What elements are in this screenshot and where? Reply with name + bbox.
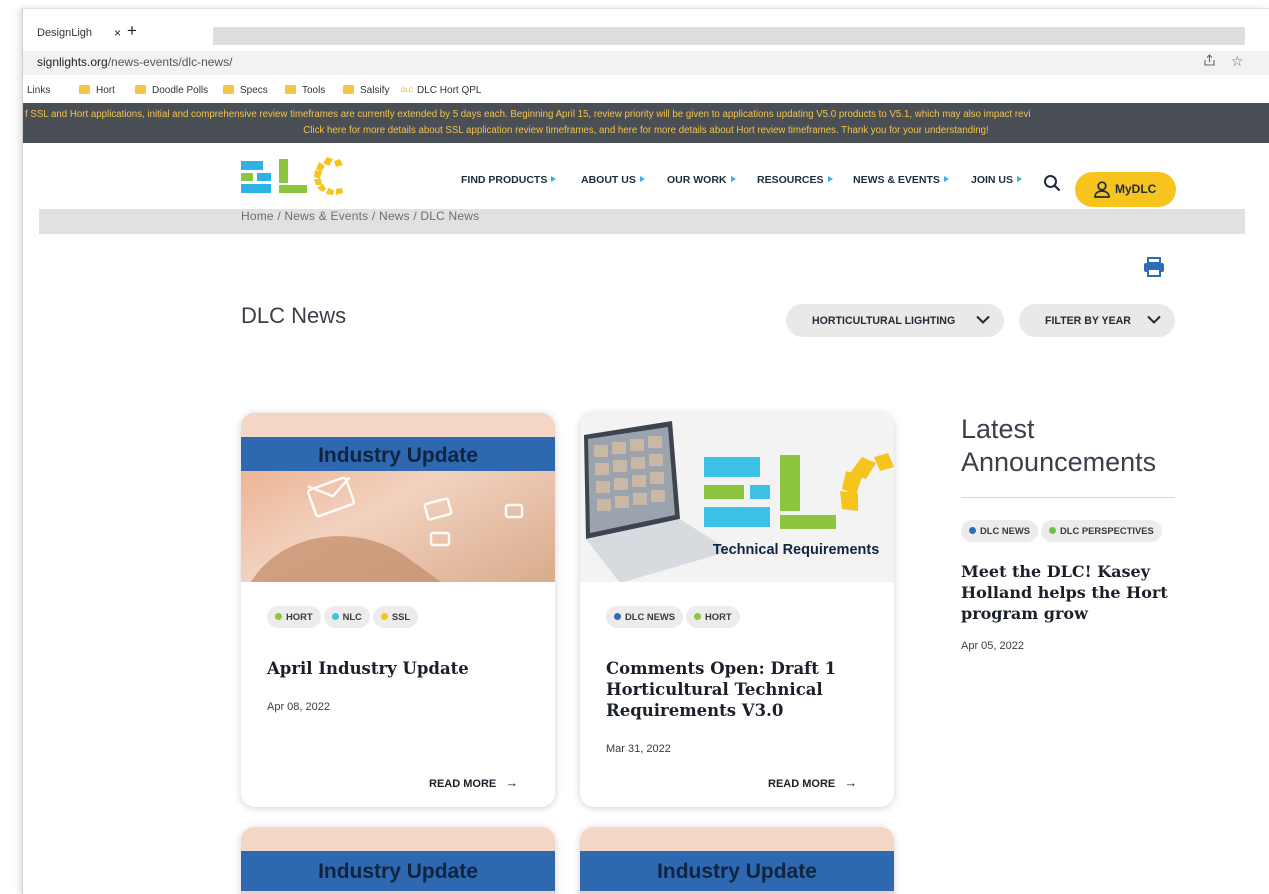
- card-image: Industry Update: [241, 827, 555, 894]
- folder-icon: [223, 85, 234, 94]
- bookmark-dlc-hort-qpl[interactable]: DLC DLC Hort QPL: [401, 85, 481, 96]
- breadcrumb[interactable]: Home / News & Events / News / DLC News: [241, 209, 479, 223]
- triangle-right-icon: [827, 176, 833, 182]
- dlc-logo[interactable]: [241, 157, 351, 197]
- mydlc-button[interactable]: MyDLC: [1075, 172, 1176, 207]
- nav-resources[interactable]: RESOURCES: [757, 174, 833, 186]
- news-card[interactable]: Industry Update: [580, 827, 894, 894]
- card-tags: DLC NEWS HORT: [606, 606, 743, 628]
- read-more-link[interactable]: READ MORE →: [429, 775, 518, 790]
- card-title[interactable]: Comments Open: Draft 1 Horticultural Tec…: [606, 658, 871, 721]
- chevron-down-icon: [976, 315, 990, 324]
- folder-icon: [285, 85, 296, 94]
- tag-dot: [694, 613, 701, 620]
- triangle-right-icon: [730, 176, 736, 182]
- card-image-banner-text: Industry Update: [657, 860, 817, 883]
- nav-find-products[interactable]: FIND PRODUCTS: [461, 174, 557, 186]
- folder-icon: [343, 85, 354, 94]
- mydlc-label: MyDLC: [1115, 182, 1157, 196]
- news-card[interactable]: Industry Update HORT NLC SSL April Industr…: [241, 413, 555, 807]
- notice-line-1: f SSL and Hort applications, initial and…: [25, 109, 1031, 120]
- bookmarks-bar: Links Hort Doodle Polls Specs Tools Sals…: [23, 77, 1269, 103]
- bookmark-star-icon[interactable]: ☆: [1231, 53, 1244, 70]
- card-image: Industry Update: [580, 827, 894, 894]
- url-path: /news-events/dlc-news/: [107, 55, 233, 69]
- bookmark-tools[interactable]: Tools: [285, 85, 325, 96]
- arrow-right-icon: →: [844, 775, 858, 790]
- arrow-right-icon: →: [505, 775, 519, 790]
- user-icon: [1094, 181, 1110, 198]
- triangle-right-icon: [551, 176, 557, 182]
- card-date: Apr 08, 2022: [267, 701, 330, 713]
- tag-dlc-perspectives[interactable]: DLC PERSPECTIVES: [1041, 520, 1162, 542]
- search-icon[interactable]: [1043, 174, 1061, 192]
- folder-icon: [135, 85, 146, 94]
- card-image-banner-text: Industry Update: [318, 444, 478, 467]
- card-date: Mar 31, 2022: [606, 743, 671, 755]
- announcement-title[interactable]: Meet the DLC! Kasey Holland helps the Ho…: [961, 561, 1181, 624]
- horticultural-lighting-filter[interactable]: HORTICULTURAL LIGHTING: [786, 304, 1004, 337]
- tag-dot: [331, 613, 339, 620]
- card-image-banner-text: Technical Requirements: [713, 542, 880, 558]
- folder-icon: [79, 85, 90, 94]
- browser-tab[interactable]: DesignLigh ×: [37, 23, 127, 47]
- card-image: Industry Update: [241, 413, 555, 582]
- announcement-date: Apr 05, 2022: [961, 640, 1024, 652]
- url-text[interactable]: signlights.org/news-events/dlc-news/: [37, 55, 232, 69]
- tab-strip: DesignLigh × +: [23, 9, 1269, 45]
- breadcrumb-bar: Home / News & Events / News / DLC News: [39, 209, 1245, 234]
- tag-dlc-news[interactable]: DLC NEWS: [606, 606, 683, 628]
- filter-label: HORTICULTURAL LIGHTING: [812, 315, 956, 327]
- url-host: signlights.org: [37, 55, 108, 69]
- filter-label: FILTER BY YEAR: [1045, 315, 1131, 327]
- news-card[interactable]: Industry Update: [241, 827, 555, 894]
- news-card[interactable]: Technical Requirements DLC NEWS HORT Comm…: [580, 413, 894, 807]
- tag-dot: [275, 613, 282, 620]
- nav-our-work[interactable]: OUR WORK: [667, 174, 736, 186]
- latest-announcements-heading: Latest Announcements: [961, 414, 1157, 477]
- dlc-favicon-icon: DLC: [401, 88, 414, 94]
- new-tab-button[interactable]: +: [127, 21, 137, 41]
- triangle-right-icon: [1017, 176, 1023, 182]
- page-title: DLC News: [241, 303, 347, 328]
- read-more-link[interactable]: READ MORE →: [768, 775, 857, 790]
- triangle-right-icon: [639, 176, 645, 182]
- bookmark-salsify[interactable]: Salsify: [343, 85, 389, 96]
- tag-ssl[interactable]: SSL: [372, 606, 419, 628]
- bookmark-doodle-polls[interactable]: Doodle Polls: [135, 85, 208, 96]
- card-tags: HORT NLC SSL: [267, 606, 421, 628]
- bookmark-hort[interactable]: Hort: [79, 85, 115, 96]
- card-image-banner-text: Industry Update: [318, 860, 478, 883]
- print-icon[interactable]: [1143, 257, 1165, 277]
- tag-dlc-news[interactable]: DLC NEWS: [961, 520, 1038, 542]
- tag-dot: [1049, 527, 1056, 534]
- tab-title: DesignLigh: [37, 27, 93, 39]
- card-image: Technical Requirements: [580, 413, 894, 582]
- tag-dot: [969, 527, 976, 534]
- tab-strip-bar: [213, 27, 1245, 45]
- notice-banner: f SSL and Hort applications, initial and…: [23, 103, 1269, 143]
- notice-line-2-link[interactable]: Click here for more details about SSL ap…: [23, 124, 1269, 137]
- chevron-down-icon: [1147, 315, 1161, 324]
- site-header: FIND PRODUCTS ABOUT US OUR WORK RESOURCE…: [23, 143, 1269, 209]
- tag-dot: [614, 613, 621, 620]
- bookmark-specs[interactable]: Specs: [223, 85, 268, 96]
- tag-nlc[interactable]: NLC: [323, 606, 370, 628]
- announcement-tags: DLC NEWS DLC PERSPECTIVES: [961, 520, 1165, 542]
- card-title[interactable]: April Industry Update: [267, 658, 532, 679]
- close-tab-icon[interactable]: ×: [114, 23, 121, 43]
- triangle-right-icon: [943, 176, 949, 182]
- bookmark-links[interactable]: Links: [27, 85, 50, 96]
- share-icon[interactable]: [1203, 54, 1216, 70]
- tag-hort[interactable]: HORT: [686, 606, 740, 628]
- divider: [961, 497, 1175, 498]
- filter-by-year[interactable]: FILTER BY YEAR: [1019, 304, 1175, 337]
- tag-dot: [380, 613, 388, 620]
- address-bar[interactable]: signlights.org/news-events/dlc-news/ ☆: [23, 51, 1269, 75]
- nav-about-us[interactable]: ABOUT US: [581, 174, 645, 186]
- nav-join-us[interactable]: JOIN US: [971, 174, 1023, 186]
- tag-hort[interactable]: HORT: [267, 606, 321, 628]
- browser-window: DesignLigh × + signlights.org/news-event…: [22, 8, 1269, 894]
- nav-news-events[interactable]: NEWS & EVENTS: [853, 174, 949, 186]
